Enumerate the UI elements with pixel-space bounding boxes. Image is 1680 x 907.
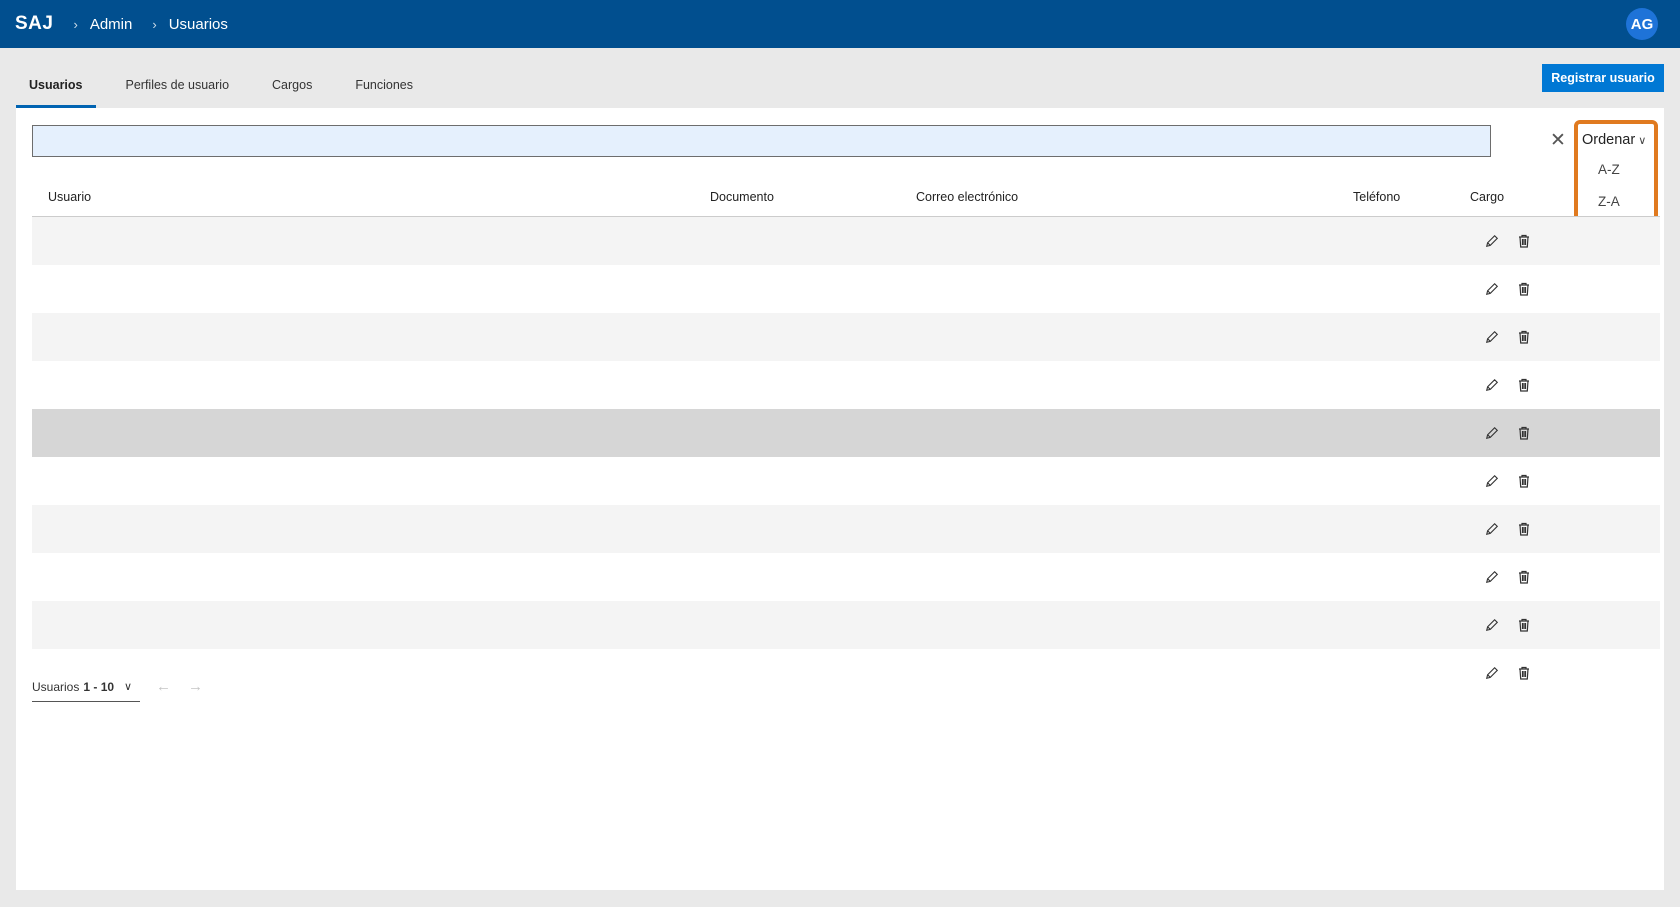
- pencil-icon[interactable]: [1481, 613, 1503, 637]
- column-header-telefono[interactable]: Teléfono: [1353, 190, 1400, 204]
- brand-logo[interactable]: SAJ: [15, 13, 53, 35]
- chevron-right-icon: ›: [152, 16, 157, 32]
- trash-icon[interactable]: [1513, 565, 1535, 589]
- sort-label: Ordenar: [1582, 132, 1636, 148]
- chevron-down-icon: ∨: [1638, 134, 1647, 147]
- trash-icon[interactable]: [1513, 325, 1535, 349]
- table-row[interactable]: [32, 649, 1660, 697]
- users-panel: ✕ Ordenar ∨ A-Z Z-A Usuario Documento Co…: [16, 108, 1664, 890]
- table-row[interactable]: [32, 553, 1660, 601]
- table-header: Usuario Documento Correo electrónico Tel…: [32, 170, 1660, 217]
- tab-funciones[interactable]: Funciones: [342, 70, 426, 108]
- search-input[interactable]: [33, 126, 1490, 156]
- next-page-arrow-icon[interactable]: →: [188, 678, 203, 695]
- chevron-right-icon: ›: [73, 16, 78, 32]
- sort-button[interactable]: Ordenar ∨: [1582, 132, 1646, 148]
- tab-cargos[interactable]: Cargos: [259, 70, 325, 108]
- page-size-selector[interactable]: Usuarios 1 - 10 ∨: [32, 672, 140, 702]
- pencil-icon[interactable]: [1481, 469, 1503, 493]
- trash-icon[interactable]: [1513, 277, 1535, 301]
- column-header-cargo[interactable]: Cargo: [1470, 190, 1504, 204]
- pencil-icon[interactable]: [1481, 325, 1503, 349]
- avatar[interactable]: AG: [1626, 8, 1658, 40]
- pencil-icon[interactable]: [1481, 517, 1503, 541]
- table-row[interactable]: [32, 361, 1660, 409]
- table-body: [32, 217, 1660, 697]
- pager-range: 1 - 10: [83, 679, 115, 694]
- column-header-documento[interactable]: Documento: [710, 190, 774, 204]
- table-row[interactable]: [32, 457, 1660, 505]
- trash-icon[interactable]: [1513, 469, 1535, 493]
- close-icon[interactable]: ✕: [1547, 125, 1569, 155]
- tab-bar: Usuarios Perfiles de usuario Cargos Func…: [16, 70, 443, 108]
- trash-icon[interactable]: [1513, 229, 1535, 253]
- top-bar: SAJ › Admin › Usuarios AG: [0, 0, 1680, 48]
- register-user-button[interactable]: Registrar usuario: [1542, 64, 1664, 92]
- pencil-icon[interactable]: [1481, 661, 1503, 685]
- breadcrumb-usuarios: Usuarios: [168, 15, 228, 33]
- column-header-correo[interactable]: Correo electrónico: [916, 190, 1018, 204]
- pencil-icon[interactable]: [1481, 277, 1503, 301]
- table-row[interactable]: [32, 505, 1660, 553]
- trash-icon[interactable]: [1513, 517, 1535, 541]
- search-field[interactable]: [32, 125, 1491, 157]
- trash-icon[interactable]: [1513, 613, 1535, 637]
- tab-usuarios[interactable]: Usuarios: [16, 70, 96, 108]
- pencil-icon[interactable]: [1481, 565, 1503, 589]
- pencil-icon[interactable]: [1481, 421, 1503, 445]
- trash-icon[interactable]: [1513, 421, 1535, 445]
- table-row[interactable]: [32, 313, 1660, 361]
- chevron-down-icon: ∨: [124, 681, 133, 693]
- tab-perfiles-de-usuario[interactable]: Perfiles de usuario: [113, 70, 243, 108]
- table-row[interactable]: [32, 265, 1660, 313]
- trash-icon[interactable]: [1513, 661, 1535, 685]
- pager-label: Usuarios: [32, 679, 80, 694]
- breadcrumb-admin[interactable]: Admin: [90, 16, 133, 33]
- trash-icon[interactable]: [1513, 373, 1535, 397]
- table-row[interactable]: [32, 217, 1660, 265]
- previous-page-arrow-icon[interactable]: ←: [156, 678, 171, 695]
- column-header-usuario[interactable]: Usuario: [48, 190, 91, 204]
- pencil-icon[interactable]: [1481, 229, 1503, 253]
- table-row[interactable]: [32, 409, 1660, 457]
- pencil-icon[interactable]: [1481, 373, 1503, 397]
- table-row[interactable]: [32, 601, 1660, 649]
